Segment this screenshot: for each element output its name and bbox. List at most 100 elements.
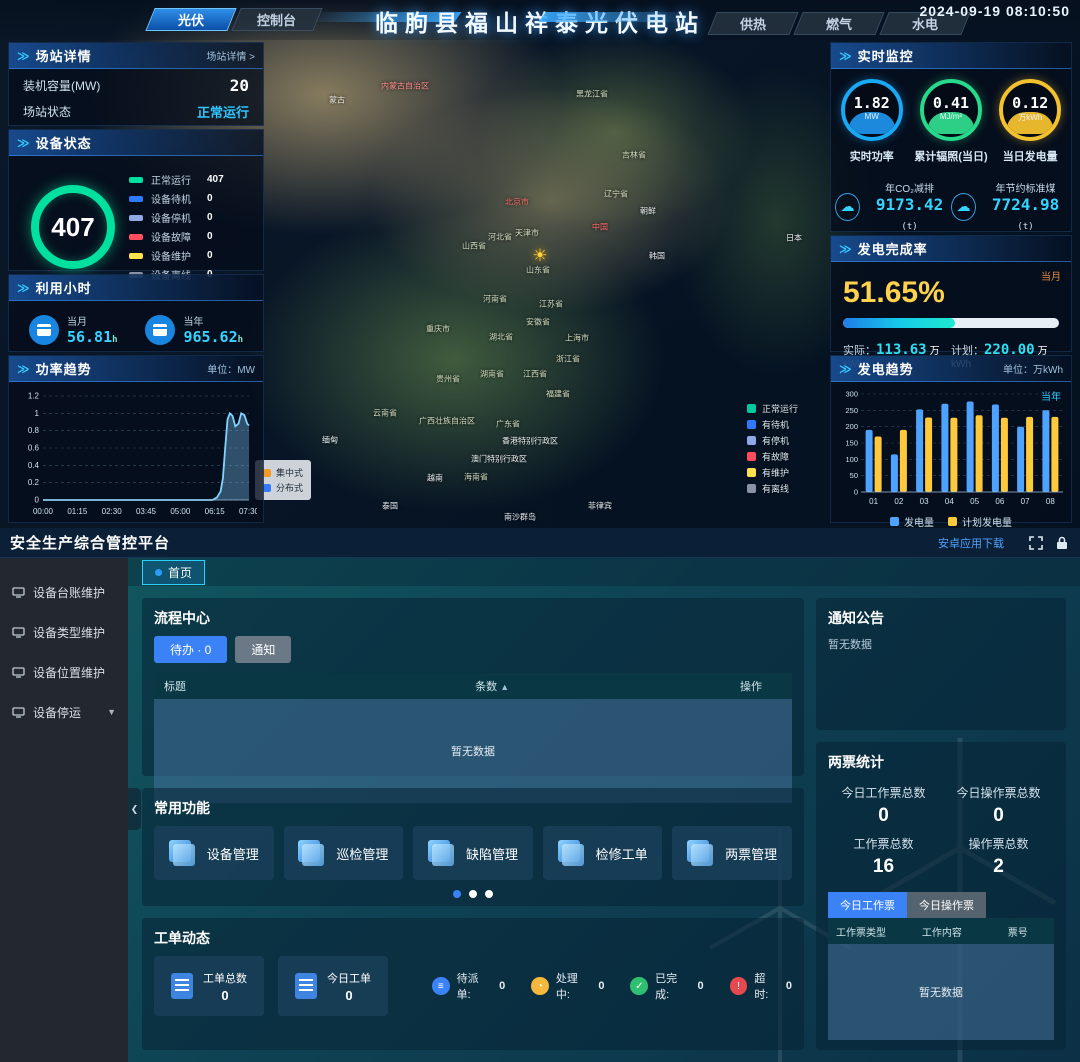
- document-icon: [171, 973, 193, 999]
- module-3d-icon: [298, 840, 324, 866]
- completion-percent: 51.65%: [831, 262, 1071, 314]
- sidebar-item-设备停运[interactable]: 设备停运▼: [0, 692, 128, 732]
- card-notice: 通知公告 暂无数据: [816, 598, 1066, 730]
- header-tab-控制台[interactable]: 控制台: [231, 8, 322, 31]
- panel-utilization: ≫ 利用小时 当月56.81h 当年965.62h: [8, 274, 264, 352]
- panel-title: 利用小时: [36, 278, 255, 297]
- table-header-操作: 操作: [652, 678, 792, 694]
- power-trend-chart[interactable]: 00.20.40.60.811.200:0001:1502:3003:4505:…: [9, 382, 263, 528]
- work-order-card-工单总数[interactable]: 工单总数0: [154, 956, 264, 1016]
- module-3d-icon: [428, 840, 454, 866]
- svg-text:0.4: 0.4: [28, 461, 40, 470]
- ticket-table-header: 工作票类型工作内容票号: [828, 918, 1054, 944]
- title-decoration-right: [538, 12, 695, 22]
- generation-trend-legend: 发电量计划发电量: [831, 514, 1071, 528]
- ticket-stat-工作票总数: 工作票总数16: [828, 835, 939, 878]
- svg-text:08: 08: [1046, 497, 1055, 506]
- header-tab-供热[interactable]: 供热: [707, 12, 798, 35]
- map-legend-item: 有待机: [747, 418, 798, 431]
- sidebar-item-设备位置维护[interactable]: 设备位置维护: [0, 652, 128, 692]
- panel-title: 设备状态: [36, 133, 255, 152]
- panel-header: ≫ 利用小时: [9, 275, 263, 301]
- svg-text:0.2: 0.2: [28, 478, 40, 487]
- header-tab-光伏[interactable]: 光伏: [145, 8, 236, 31]
- dist-legend-item: 集中式: [263, 466, 303, 479]
- sidebar-item-设备类型维护[interactable]: 设备类型维护: [0, 612, 128, 652]
- panel-header: ≫ 设备状态: [9, 130, 263, 156]
- device-legend-item: 设备维护0: [129, 248, 255, 263]
- card-process-center: 流程中心 待办 · 0通知 标题条数 ▲操作 暂无数据: [142, 598, 804, 776]
- svg-text:0.8: 0.8: [28, 426, 40, 435]
- utilization-item: 当月56.81h: [29, 313, 118, 346]
- device-legend-item: 设备停机0: [129, 210, 255, 225]
- panel-header: ≫ 功率趋势 单位：MW: [9, 356, 263, 382]
- process-button-通知[interactable]: 通知: [235, 636, 291, 663]
- svg-text:05:00: 05:00: [170, 507, 191, 516]
- ticket-tab-今日操作票[interactable]: 今日操作票: [907, 892, 986, 918]
- chart-unit: 单位：万kWh: [1003, 361, 1063, 376]
- device-legend-item: 正常运行407: [129, 172, 255, 187]
- panel-arrow-icon: ≫: [839, 49, 852, 63]
- quick-function-检修工单[interactable]: 检修工单: [543, 826, 663, 880]
- map-legend-item: 有离线: [747, 482, 798, 495]
- process-table-header: 标题条数 ▲操作: [154, 673, 792, 699]
- sun-marker-icon[interactable]: ☀: [532, 246, 547, 266]
- work-order-card-今日工单[interactable]: 今日工单0: [278, 956, 388, 1016]
- panel-arrow-icon: ≫: [17, 136, 30, 150]
- station-detail-link[interactable]: 场站详情 >: [206, 48, 255, 63]
- calendar-icon: [145, 315, 175, 345]
- card-ticket-stats: 两票统计 今日工作票总数0今日操作票总数0工作票总数16操作票总数2 今日工作票…: [816, 742, 1066, 1050]
- module-3d-icon: [558, 840, 584, 866]
- map-legend-item: 有故障: [747, 450, 798, 463]
- carousel-dot[interactable]: [485, 890, 493, 898]
- panel-device-status: ≫ 设备状态 407 正常运行407设备待机0设备停机0设备故障0设备维护0设备…: [8, 129, 264, 271]
- quick-function-设备管理[interactable]: 设备管理: [154, 826, 274, 880]
- svg-text:03: 03: [920, 497, 929, 506]
- station-detail-row: 场站状态正常运行: [9, 95, 263, 121]
- svg-text:06:15: 06:15: [205, 507, 226, 516]
- status-处理中: ◔处理中: 0: [531, 970, 604, 1002]
- svg-text:0.6: 0.6: [28, 444, 40, 453]
- solar-dashboard: 蒙古内蒙古自治区黑龙江省吉林省辽宁省朝鲜中国韩国日本北京市天津市河北省山西省山东…: [0, 0, 1080, 528]
- android-download-link[interactable]: 安卓应用下载: [938, 535, 1004, 551]
- env-stat: ☁ 年CO₂减排9173.42 (t): [835, 180, 951, 233]
- platform-header: 安全生产综合管控平台 安卓应用下载: [0, 528, 1080, 558]
- quick-function-缺陷管理[interactable]: 缺陷管理: [413, 826, 533, 880]
- svg-text:03:45: 03:45: [136, 507, 157, 516]
- process-button-待办 · 0[interactable]: 待办 · 0: [154, 636, 227, 663]
- svg-text:01: 01: [869, 497, 878, 506]
- fullscreen-icon[interactable]: [1028, 535, 1044, 551]
- panel-header: ≫ 实时监控: [831, 43, 1071, 69]
- svg-text:04: 04: [945, 497, 954, 506]
- panel-realtime: ≫ 实时监控 1.82MW 实时功率 0.41MJ/m² 累计辐照(当日) 0.…: [830, 42, 1072, 232]
- panel-title: 发电完成率: [858, 239, 1063, 258]
- lock-icon[interactable]: [1054, 535, 1070, 551]
- alarm-icon: !: [730, 977, 748, 995]
- sidebar-item-设备台账维护[interactable]: 设备台账维护: [0, 572, 128, 612]
- safety-platform: 安全生产综合管控平台 安卓应用下载 设备台账维护 设备类型维护 设备位置维护 设…: [0, 528, 1080, 1062]
- quick-function-两票管理[interactable]: 两票管理: [672, 826, 792, 880]
- ticket-tab-今日工作票[interactable]: 今日工作票: [828, 892, 907, 918]
- solar-header: 临朐县福山祥泰光伏电站 光伏控制台 供热燃气水电 2024-09-19 08:1…: [0, 0, 1080, 40]
- generation-trend-chart[interactable]: 0501001502002503000102030405060708: [831, 382, 1071, 513]
- carousel-dot[interactable]: [469, 890, 477, 898]
- doc-icon: ≡: [432, 977, 450, 995]
- cloud-icon: ☁: [835, 193, 860, 221]
- carousel-dot[interactable]: [453, 890, 461, 898]
- header-tab-燃气[interactable]: 燃气: [793, 12, 884, 35]
- ticket-header-工作内容: 工作内容: [914, 924, 1000, 939]
- tab-home[interactable]: 首页: [142, 560, 205, 585]
- device-icon: [12, 666, 25, 679]
- quick-function-巡检管理[interactable]: 巡检管理: [284, 826, 404, 880]
- quick-functions-title: 常用功能: [154, 798, 792, 818]
- panel-header: ≫ 发电完成率: [831, 236, 1071, 262]
- carousel-dots: [154, 890, 792, 898]
- gauge-当日发电量: 0.12万kWh 当日发电量: [999, 79, 1061, 164]
- sidebar-collapse-handle[interactable]: ❮: [128, 788, 141, 830]
- svg-text:02: 02: [894, 497, 903, 506]
- svg-text:150: 150: [845, 439, 858, 448]
- panel-title: 功率趋势: [36, 359, 208, 378]
- panel-station-detail: ≫ 场站详情 场站详情 > 装机容量(MW)20场站状态正常运行: [8, 42, 264, 126]
- panel-title: 发电趋势: [858, 359, 1003, 378]
- device-icon: [12, 706, 25, 719]
